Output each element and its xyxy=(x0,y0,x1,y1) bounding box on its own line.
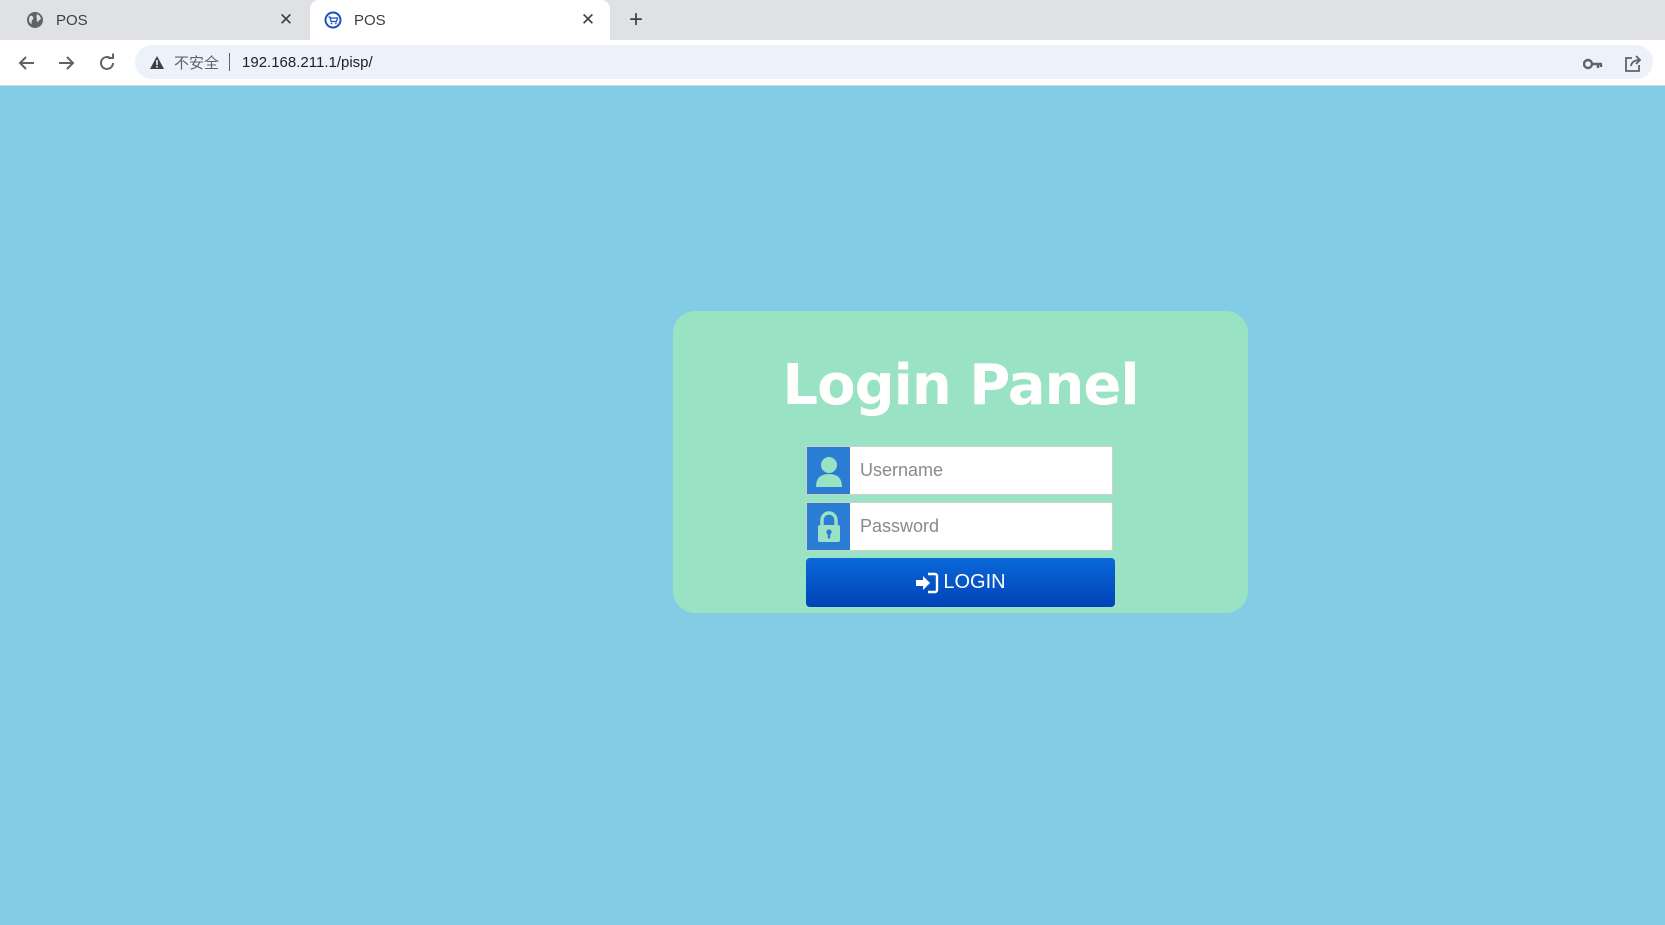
login-button-label: LOGIN xyxy=(943,571,1006,593)
toolbar: 不安全 192.168.211.1/pisp/ xyxy=(0,40,1665,86)
panel-title: Login Panel xyxy=(782,353,1139,418)
password-input[interactable] xyxy=(850,503,1112,550)
key-icon[interactable] xyxy=(1582,53,1604,75)
tab-strip: POS ✕ POS ✕ + xyxy=(0,0,1665,40)
globe-icon xyxy=(26,11,44,29)
security-label[interactable]: 不安全 xyxy=(174,52,219,73)
shopping-cart-icon xyxy=(324,11,342,29)
username-field xyxy=(806,446,1113,495)
login-panel: Login Panel Username LOGIN xyxy=(673,311,1248,613)
login-button[interactable]: LOGIN xyxy=(806,558,1115,607)
tab-title: POS xyxy=(354,11,386,29)
lock-icon xyxy=(807,503,850,550)
back-arrow-icon[interactable] xyxy=(13,49,41,77)
plus-icon[interactable]: + xyxy=(622,6,650,34)
browser-window: POS ✕ POS ✕ + 不安全 192.168.211.1/pisp/ Lo… xyxy=(0,0,1665,925)
tab-pos-1[interactable]: POS ✕ xyxy=(10,0,308,40)
close-icon[interactable]: ✕ xyxy=(276,10,296,30)
password-field xyxy=(806,502,1113,551)
user-icon xyxy=(807,447,850,494)
reload-icon[interactable] xyxy=(93,49,121,77)
tab-pos-2[interactable]: POS ✕ xyxy=(310,0,610,40)
url-text[interactable]: 192.168.211.1/pisp/ xyxy=(242,54,373,71)
share-icon[interactable] xyxy=(1622,53,1644,75)
close-icon[interactable]: ✕ xyxy=(578,10,598,30)
forward-arrow-icon[interactable] xyxy=(52,49,80,77)
tab-title: POS xyxy=(56,11,88,29)
warning-icon[interactable] xyxy=(148,53,166,71)
address-bar[interactable]: 不安全 192.168.211.1/pisp/ xyxy=(135,45,1653,79)
sign-in-icon xyxy=(915,572,939,594)
divider xyxy=(229,53,231,71)
username-input[interactable] xyxy=(850,447,1112,494)
